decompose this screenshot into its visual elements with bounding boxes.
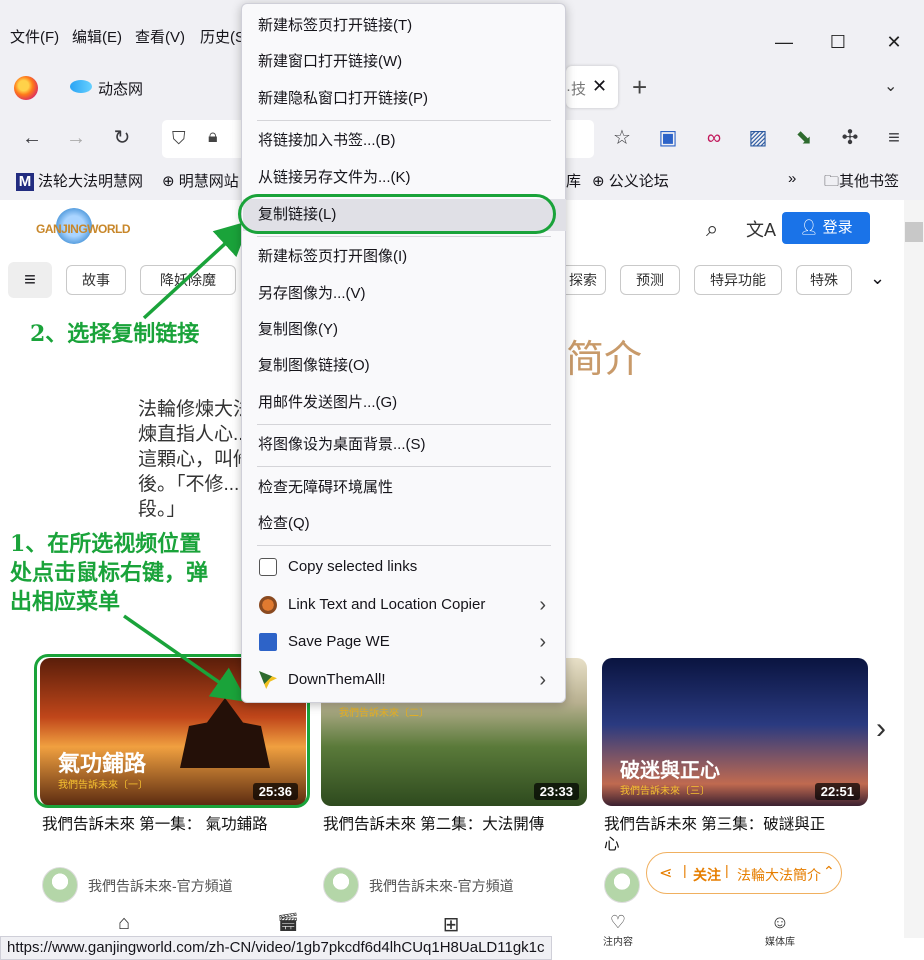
menu-copy-image-link[interactable]: 复制图像链接(O) <box>243 350 566 382</box>
link-copier-icon <box>259 596 277 614</box>
menu-downthemall[interactable]: DownThemAll! › <box>243 664 566 696</box>
menu-separator <box>257 424 551 425</box>
menu-copy-selected-links[interactable]: Copy selected links <box>243 551 566 583</box>
arrow-to-video <box>122 614 248 703</box>
menu-open-link-new-tab[interactable]: 新建标签页打开链接(T) <box>243 10 566 42</box>
menu-inspect[interactable]: 检查(Q) <box>243 508 566 540</box>
context-menu: 新建标签页打开链接(T) 新建窗口打开链接(W) 新建隐私窗口打开链接(P) 将… <box>241 3 566 703</box>
annotation-step2: 2、选择复制链接 <box>30 321 200 347</box>
menu-save-page-we[interactable]: Save Page WE › <box>243 626 566 658</box>
copy-links-icon <box>259 558 277 576</box>
chevron-right-icon: › <box>539 669 546 691</box>
menu-separator <box>257 236 551 237</box>
menu-email-image[interactable]: 用邮件发送图片...(G) <box>243 387 566 419</box>
annotation-step1-line: 处点击鼠标右键，弹 <box>10 560 209 586</box>
menu-open-image-new-tab[interactable]: 新建标签页打开图像(I) <box>243 241 566 273</box>
status-link-url: https://www.ganjingworld.com/zh-CN/video… <box>0 936 552 960</box>
menu-open-link-private[interactable]: 新建隐私窗口打开链接(P) <box>243 83 566 115</box>
menu-save-link-as[interactable]: 从链接另存文件为...(K) <box>243 162 566 194</box>
annotation-step1-line: 1、在所选视频位置 <box>10 531 202 557</box>
menu-save-image-as[interactable]: 另存图像为...(V) <box>243 278 566 310</box>
copy-link-highlight <box>238 194 556 234</box>
menu-inspect-accessibility[interactable]: 检查无障碍环境属性 <box>243 472 566 504</box>
annotation-step1-line: 出相应菜单 <box>10 589 121 615</box>
arrow-to-copy-link <box>142 220 251 320</box>
menu-bookmark-link[interactable]: 将链接加入书签...(B) <box>243 125 566 157</box>
menu-copy-image[interactable]: 复制图像(Y) <box>243 314 566 346</box>
save-disk-icon <box>259 633 277 651</box>
menu-separator <box>257 466 551 467</box>
menu-set-desktop-background[interactable]: 将图像设为桌面背景...(S) <box>243 429 566 461</box>
downthemall-icon <box>259 671 277 689</box>
menu-separator <box>257 545 551 546</box>
menu-open-link-new-window[interactable]: 新建窗口打开链接(W) <box>243 46 566 78</box>
chevron-right-icon: › <box>539 631 546 653</box>
chevron-right-icon: › <box>539 594 546 616</box>
menu-link-text-location-copier[interactable]: Link Text and Location Copier › <box>243 589 566 621</box>
menu-separator <box>257 120 551 121</box>
